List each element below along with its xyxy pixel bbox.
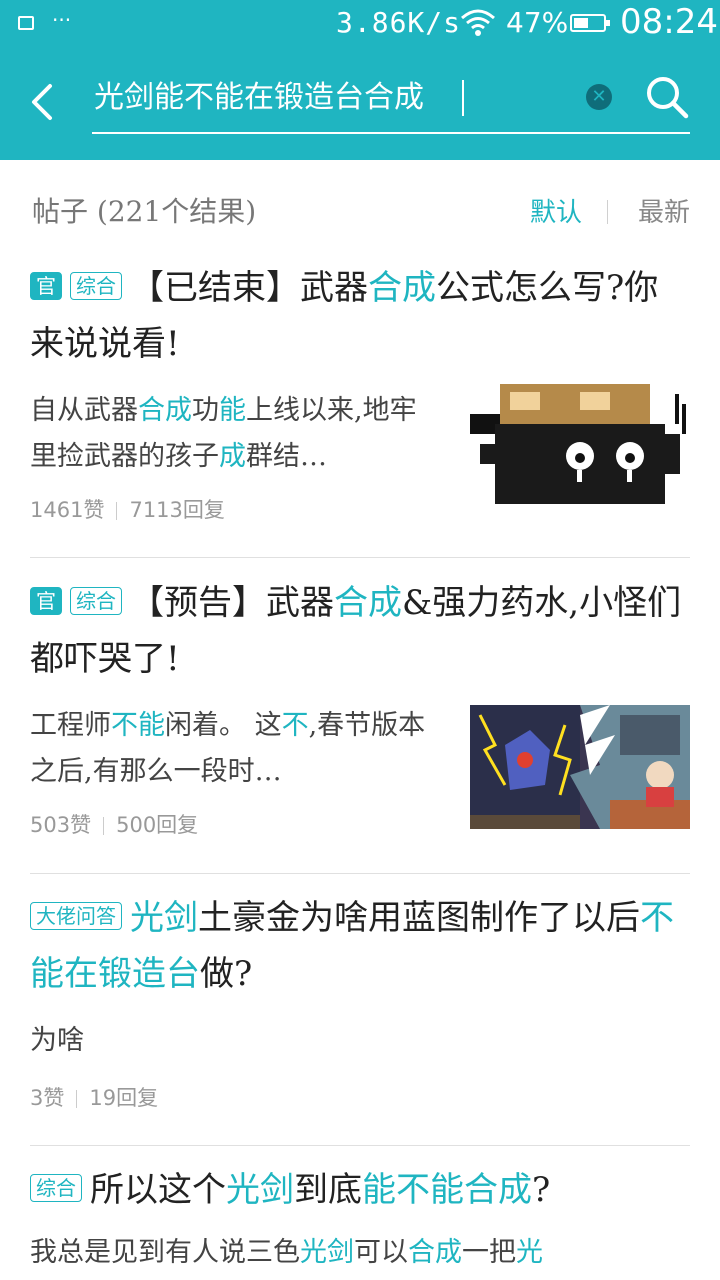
title-highlight: 光剑 bbox=[130, 898, 198, 938]
category-tag: 综合 bbox=[70, 587, 122, 615]
wifi-icon bbox=[461, 9, 495, 36]
post-item[interactable]: 综合 所以这个光剑到底能不能合成? 我总是见到有人说三色光剑可以合成一把光 bbox=[30, 1162, 690, 1276]
search-input[interactable]: 光剑能不能在锻造台合成 bbox=[94, 72, 574, 124]
more-notifications-indicator: ··· bbox=[52, 8, 72, 32]
clear-icon[interactable]: ✕ bbox=[586, 84, 612, 110]
post-title[interactable]: 官综合 【已结束】武器合成公式怎么写?你来说说看! bbox=[30, 260, 690, 372]
results-header: 帖子 (221个结果) 默认 最新 bbox=[32, 190, 690, 234]
like-count: 3赞 bbox=[30, 1086, 65, 1110]
post-item[interactable]: 官综合 【已结束】武器合成公式怎么写?你来说说看! 自从武器合成功能上线以来,地牢… bbox=[30, 260, 690, 524]
post-excerpt: 自从武器合成功能上线以来,地牢里捡武器的孩子成群结… bbox=[30, 395, 417, 472]
search-icon[interactable] bbox=[644, 74, 690, 120]
reply-count: 7113回复 bbox=[129, 498, 225, 522]
top-bar: ··· 3.86K/s 47% 08:24 光剑能不能在锻造台合成 ✕ bbox=[0, 0, 720, 160]
category-tag: 大佬问答 bbox=[30, 902, 122, 930]
divider bbox=[30, 557, 690, 558]
sort-newest-tab[interactable]: 最新 bbox=[638, 192, 690, 229]
reply-count: 500回复 bbox=[116, 813, 199, 837]
like-count: 503赞 bbox=[30, 813, 92, 837]
post-title[interactable]: 官综合 【预告】武器合成&强力药水,小怪们都吓哭了! bbox=[30, 575, 690, 687]
post-excerpt: 我总是见到有人说三色光剑可以合成一把光 bbox=[30, 1237, 543, 1268]
post-excerpt: 为啥 bbox=[30, 1025, 84, 1056]
divider bbox=[30, 873, 690, 874]
search-underline bbox=[92, 132, 690, 134]
title-text: 到底 bbox=[294, 1170, 362, 1210]
official-tag: 官 bbox=[30, 587, 62, 615]
title-highlight: 合成 bbox=[334, 583, 402, 623]
title-text: 【预告】武器 bbox=[130, 583, 334, 623]
title-text: 土豪金为啥用蓝图制作了以后 bbox=[198, 898, 640, 938]
post-title[interactable]: 大佬问答 光剑土豪金为啥用蓝图制作了以后不能在锻造台做? bbox=[30, 890, 690, 1002]
post-item[interactable]: 大佬问答 光剑土豪金为啥用蓝图制作了以后不能在锻造台做? 为啥 3赞 19回复 bbox=[30, 890, 690, 1112]
battery-icon bbox=[570, 14, 610, 32]
title-highlight: 合成 bbox=[368, 268, 436, 308]
title-text: 做? bbox=[200, 954, 253, 994]
battery-fill bbox=[574, 18, 589, 28]
post-stats: 3赞 19回复 bbox=[30, 1082, 690, 1112]
post-excerpt: 工程师不能闲着。 这不,春节版本之后,有那么一段时… bbox=[30, 710, 426, 787]
post-item[interactable]: 官综合 【预告】武器合成&强力药水,小怪们都吓哭了! 工程师不能闲着。 这不,春节… bbox=[30, 575, 690, 839]
category-tag: 综合 bbox=[30, 1174, 82, 1202]
post-thumbnail[interactable] bbox=[470, 705, 690, 829]
title-highlight: 能不能合成 bbox=[362, 1170, 532, 1210]
sort-default-tab[interactable]: 默认 bbox=[530, 192, 582, 229]
sort-divider bbox=[607, 200, 608, 224]
results-title: 帖子 (221个结果) bbox=[32, 195, 257, 228]
title-text: ? bbox=[532, 1170, 551, 1210]
back-arrow-icon[interactable] bbox=[22, 80, 66, 124]
divider bbox=[30, 1145, 690, 1146]
title-text: 【已结束】武器 bbox=[130, 268, 368, 308]
image-notification-icon bbox=[18, 16, 34, 30]
clock: 08:24 bbox=[620, 2, 718, 42]
like-count: 1461赞 bbox=[30, 498, 105, 522]
battery-percent: 47% bbox=[506, 6, 569, 39]
reply-count: 19回复 bbox=[89, 1086, 159, 1110]
post-thumbnail[interactable] bbox=[470, 384, 690, 514]
post-title[interactable]: 综合 所以这个光剑到底能不能合成? bbox=[30, 1162, 690, 1218]
category-tag: 综合 bbox=[70, 272, 122, 300]
official-tag: 官 bbox=[30, 272, 62, 300]
text-caret bbox=[462, 80, 464, 116]
title-highlight: 光剑 bbox=[226, 1170, 294, 1210]
network-speed: 3.86K/s bbox=[336, 6, 462, 39]
status-bar: ··· 3.86K/s 47% 08:24 bbox=[0, 0, 720, 50]
title-text: 所以这个 bbox=[90, 1170, 226, 1210]
